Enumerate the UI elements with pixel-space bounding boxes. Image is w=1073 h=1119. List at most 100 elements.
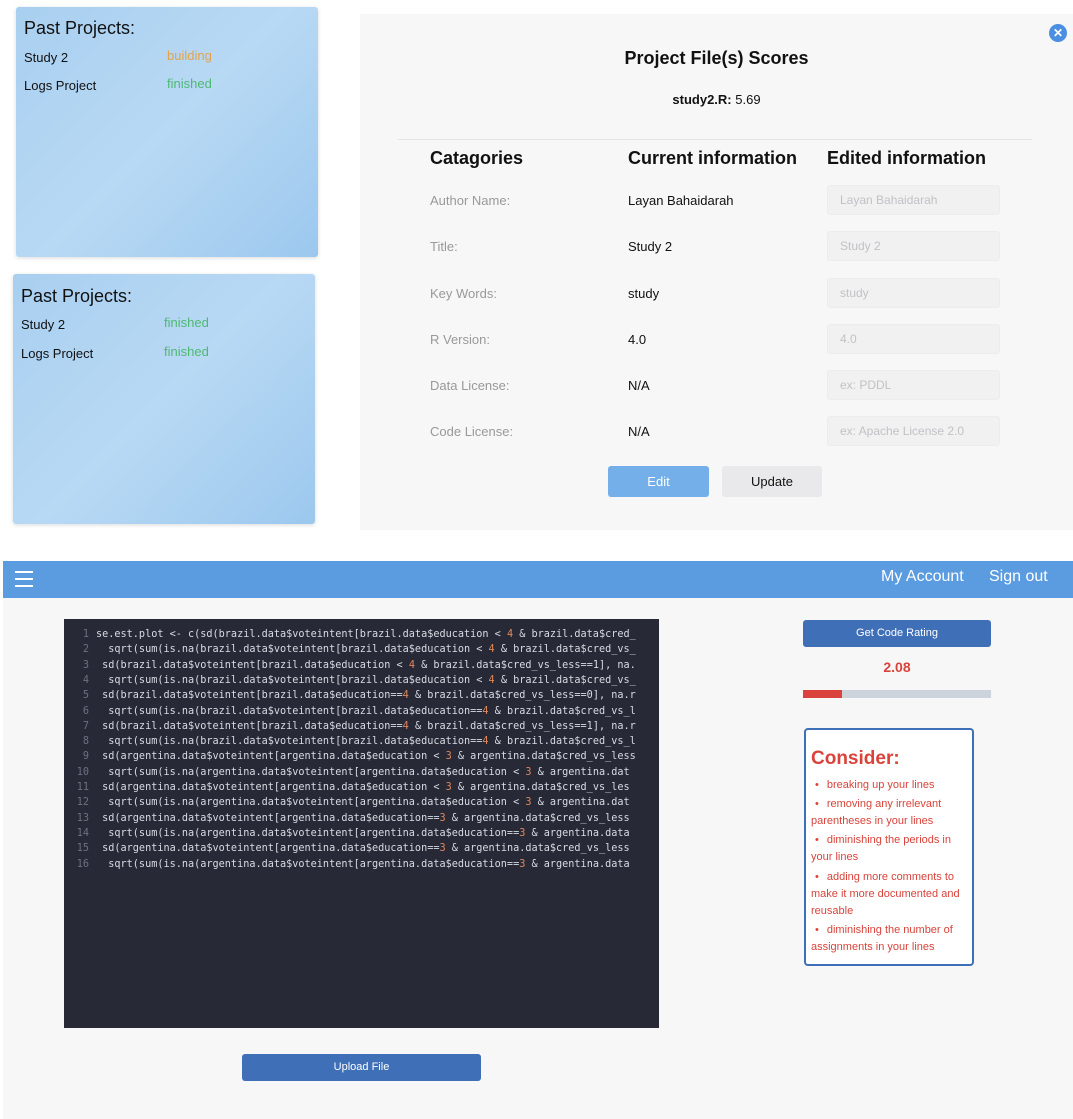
file-score: study2.R: 5.69 [360,92,1073,107]
update-button[interactable]: Update [722,466,822,497]
code-line: 12 sqrt(sum(is.na(argentina.data$voteint… [64,797,659,812]
code-text: sd(argentina.data$voteintent[argentina.d… [96,812,630,824]
code-line: 5 sd(brazil.data$voteintent[brazil.data$… [64,690,659,705]
key-words-field[interactable]: study [827,278,1000,308]
title-field[interactable]: Study 2 [827,231,1000,261]
line-number: 3 [82,659,89,671]
column-header: Catagories [430,148,524,168]
column-header: Edited information [827,148,986,168]
code-text: sqrt(sum(is.na(argentina.data$voteintent… [96,797,630,809]
row-label: Data License: [430,378,510,393]
project-status: finished [167,76,212,91]
code-text: sd(argentina.data$voteintent[argentina.d… [96,782,630,793]
code-text: sd(brazil.data$voteintent[brazil.data$ed… [96,720,636,732]
code-line: 14 sqrt(sum(is.na(argentina.data$voteint… [64,828,659,843]
code-text: sqrt(sum(is.na(argentina.data$voteintent… [96,827,630,839]
code-text: sqrt(sum(is.na(brazil.data$voteintent[br… [96,644,636,656]
code-line: 13 sd(argentina.data$voteintent[argentin… [64,813,659,828]
column-header: Current information [628,148,797,168]
modal-divider [398,139,1032,140]
code-text: sqrt(sum(is.na(argentina.data$voteintent… [96,766,630,778]
project-name[interactable]: Logs Project [24,78,96,93]
r-version-field[interactable]: 4.0 [827,324,1000,354]
project-name[interactable]: Logs Project [21,346,93,361]
code-text: sd(brazil.data$voteintent[brazil.data$ed… [96,659,636,671]
code-text: sqrt(sum(is.na(brazil.data$voteintent[br… [96,705,636,717]
file-score-label: study2.R: [672,92,732,107]
code-line: 4 sqrt(sum(is.na(brazil.data$voteintent[… [64,675,659,690]
rating-progress-bar [803,690,991,698]
line-number: 4 [82,674,89,686]
row-current-value: N/A [628,424,650,439]
consider-tip: • diminishing the periods in your lines [811,834,951,863]
line-number: 13 [76,812,89,824]
line-number: 9 [82,751,89,763]
past-projects-title: Past Projects: [24,18,136,38]
row-label: Title: [430,239,458,254]
code-line: 6 sqrt(sum(is.na(brazil.data$voteintent[… [64,706,659,721]
row-current-value: Layan Bahaidarah [628,193,734,208]
code-line: 10 sqrt(sum(is.na(argentina.data$voteint… [64,767,659,782]
line-number: 15 [76,843,89,855]
hamburger-menu-icon[interactable] [15,571,33,592]
past-projects-card [13,274,315,524]
row-current-value: Study 2 [628,239,673,254]
consider-tip: • adding more comments to make it more do… [811,871,960,917]
row-label: Key Words: [430,286,497,301]
line-number: 7 [82,720,89,732]
code-line: 9 sd(argentina.data$voteintent[argentina… [64,751,659,766]
code-line: 2 sqrt(sum(is.na(brazil.data$voteintent[… [64,644,659,659]
past-projects-title: Past Projects: [21,286,133,306]
line-number: 8 [82,736,89,748]
line-number: 2 [82,644,89,656]
line-number: 5 [82,690,89,702]
code-line: 15 sd(argentina.data$voteintent[argentin… [64,843,659,858]
get-code-rating-button[interactable]: Get Code Rating [803,620,991,647]
code-line: 7 sd(brazil.data$voteintent[brazil.data$… [64,721,659,736]
code-text: sqrt(sum(is.na(argentina.data$voteintent… [96,858,630,870]
code-text: sd(argentina.data$voteintent[argentina.d… [96,843,630,855]
code-rating-score: 2.08 [883,659,911,675]
consider-tip: • removing any irrelevant parentheses in … [811,798,942,827]
project-status: finished [164,344,209,359]
upload-file-button[interactable]: Upload File [242,1054,481,1081]
code-line: 11 sd(argentina.data$voteintent[argentin… [64,782,659,797]
row-current-value: study [628,286,660,301]
row-label: Author Name: [430,193,511,208]
consider-tip: • breaking up your lines [815,779,935,791]
line-number: 10 [76,766,89,778]
row-label: R Version: [430,332,490,347]
code-editor[interactable]: 1 se.est.plot <- c(sd(brazil.data$voteint… [64,619,659,1028]
code-text: sd(argentina.data$voteintent[argentina.d… [96,751,636,763]
line-number: 6 [82,705,89,717]
edit-button[interactable]: Edit [608,466,709,497]
code-text: sd(brazil.data$voteintent[brazil.data$ed… [96,690,636,702]
code-line: 1 se.est.plot <- c(sd(brazil.data$voteint… [64,629,659,644]
row-current-value: N/A [628,378,650,393]
code-line: 8 sqrt(sum(is.na(brazil.data$voteintent[… [64,736,659,751]
author-name-field[interactable]: Layan Bahaidarah [827,185,1000,215]
line-number: 16 [76,858,89,870]
past-projects-card [16,7,318,257]
sign-out-link[interactable]: Sign out [989,568,1048,586]
code-text: se.est.plot <- c(sd(brazil.data$voteinte… [96,629,636,640]
my-account-link[interactable]: My Account [881,568,964,586]
project-name[interactable]: Study 2 [21,317,65,332]
line-number: 11 [76,782,89,793]
app-bar: My Account Sign out [3,561,1073,598]
project-status: building [167,48,212,63]
project-name[interactable]: Study 2 [24,50,68,65]
consider-title: Consider: [811,748,900,769]
data-license-field[interactable]: ex: PDDL [827,370,1000,400]
close-icon[interactable]: ✕ [1049,24,1067,42]
line-number: 14 [76,827,89,839]
row-current-value: 4.0 [628,332,647,347]
code-text: sqrt(sum(is.na(brazil.data$voteintent[br… [96,736,636,748]
code-text: sqrt(sum(is.na(brazil.data$voteintent[br… [96,674,636,686]
consider-tip: • diminishing the number of assignments i… [811,924,953,953]
code-license-field[interactable]: ex: Apache License 2.0 [827,416,1000,446]
line-number: 1 [82,629,89,640]
project-status: finished [164,315,209,330]
rating-progress-fill [803,690,843,698]
code-line: 16 sqrt(sum(is.na(argentina.data$voteint… [64,859,659,874]
